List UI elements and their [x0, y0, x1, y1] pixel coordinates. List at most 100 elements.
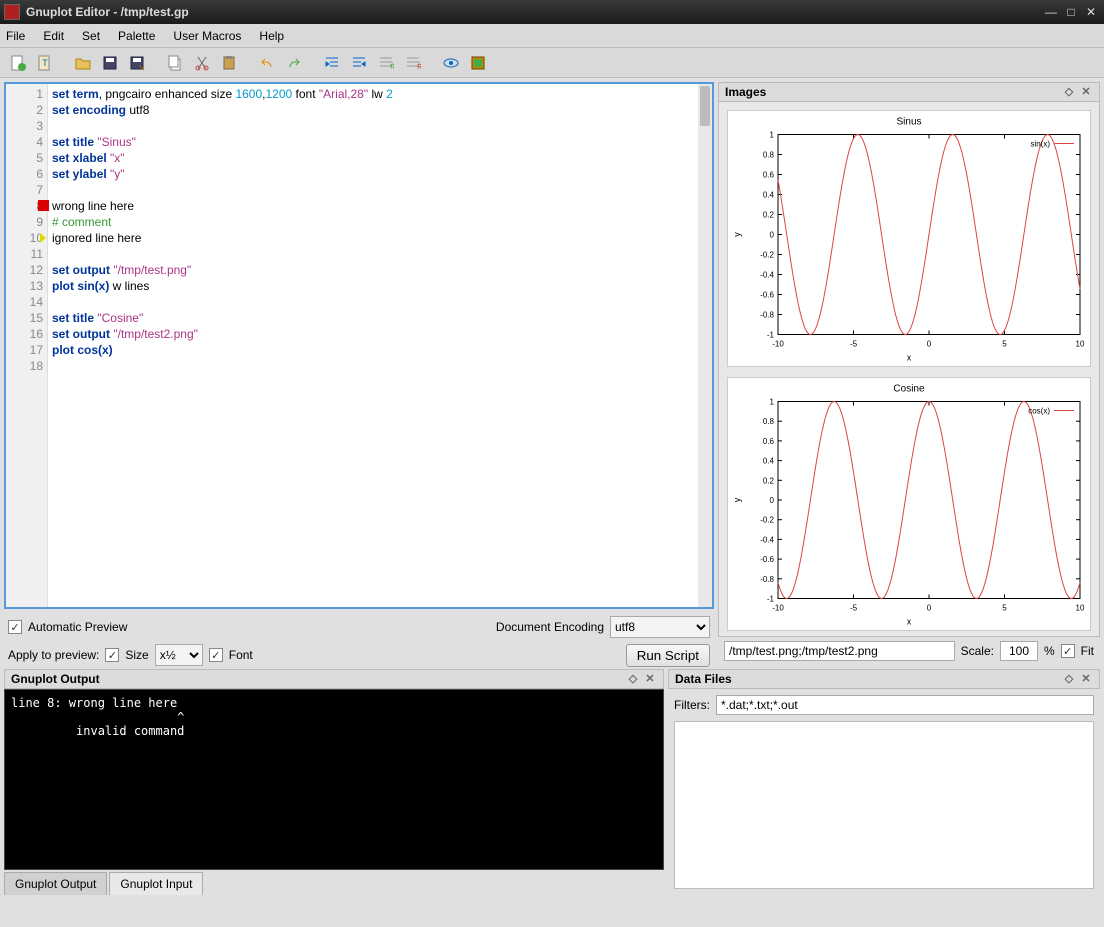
svg-text:cos(x): cos(x)	[1028, 407, 1050, 416]
menu-file[interactable]: File	[6, 29, 25, 43]
paste-button[interactable]	[217, 51, 241, 75]
font-checkbox[interactable]	[209, 648, 223, 662]
output-terminal[interactable]: line 8: wrong line here ^ invalid comman…	[4, 689, 664, 870]
open-button[interactable]	[71, 51, 95, 75]
code-editor[interactable]: 123456789101112131415161718 set term, pn…	[4, 82, 714, 609]
svg-text:-10: -10	[772, 340, 784, 349]
menu-set[interactable]: Set	[82, 29, 100, 43]
svg-text:y: y	[732, 497, 742, 502]
preview-button[interactable]	[439, 51, 463, 75]
size-checkbox[interactable]	[105, 648, 119, 662]
code-line[interactable]: set encoding utf8	[52, 102, 708, 118]
code-line[interactable]	[52, 246, 708, 262]
menubar: File Edit Set Palette User Macros Help	[0, 24, 1104, 48]
chart-cosine: Cosine-1-0.8-0.6-0.4-0.200.20.40.60.81-1…	[727, 377, 1091, 631]
svg-text:-5: -5	[850, 604, 858, 613]
svg-text:sin(x): sin(x)	[1030, 140, 1050, 149]
svg-text:1: 1	[770, 398, 775, 407]
svg-text:0: 0	[770, 496, 775, 505]
size-label: Size	[125, 648, 148, 662]
run-button[interactable]	[466, 51, 490, 75]
new-button[interactable]	[6, 51, 30, 75]
svg-text:-0.4: -0.4	[760, 535, 774, 544]
code-line[interactable]: set term, pngcairo enhanced size 1600,12…	[52, 86, 708, 102]
comment-button[interactable]: #	[374, 51, 398, 75]
code-line[interactable]: set title "Sinus"	[52, 134, 708, 150]
images-title: Images	[725, 85, 766, 99]
svg-text:0.6: 0.6	[763, 171, 775, 180]
images-close-icon[interactable]: ✕	[1079, 85, 1093, 99]
images-panel-header: Images ◇ ✕	[718, 82, 1100, 102]
save-button[interactable]	[98, 51, 122, 75]
tab-gnuplot-output[interactable]: Gnuplot Output	[4, 872, 107, 895]
code-line[interactable]: set xlabel "x"	[52, 150, 708, 166]
size-select[interactable]: x½	[155, 644, 203, 666]
auto-preview-checkbox[interactable]	[8, 620, 22, 634]
output-detach-icon[interactable]: ◇	[626, 672, 640, 686]
svg-text:#: #	[390, 61, 394, 71]
menu-palette[interactable]: Palette	[118, 29, 155, 43]
svg-text:10: 10	[1076, 604, 1085, 613]
images-detach-icon[interactable]: ◇	[1062, 85, 1076, 99]
uncomment-button[interactable]: #	[401, 51, 425, 75]
tab-gnuplot-input[interactable]: Gnuplot Input	[109, 872, 203, 895]
code-line[interactable]	[52, 118, 708, 134]
code-line[interactable]	[52, 358, 708, 374]
save-as-button[interactable]	[125, 51, 149, 75]
scale-input[interactable]	[1000, 641, 1038, 661]
svg-text:1: 1	[770, 131, 775, 140]
svg-text:T: T	[42, 58, 48, 68]
auto-preview-label: Automatic Preview	[28, 620, 127, 634]
menu-edit[interactable]: Edit	[43, 29, 64, 43]
svg-text:#: #	[417, 61, 421, 71]
code-line[interactable]: ignored line here	[52, 230, 708, 246]
code-line[interactable]: plot sin(x) w lines	[52, 278, 708, 294]
close-button[interactable]: ✕	[1082, 4, 1100, 20]
code-line[interactable]: set ylabel "y"	[52, 166, 708, 182]
datafiles-detach-icon[interactable]: ◇	[1062, 672, 1076, 686]
code-line[interactable]: set output "/tmp/test2.png"	[52, 326, 708, 342]
editor-scrollbar[interactable]	[698, 84, 712, 607]
svg-text:0.2: 0.2	[763, 211, 775, 220]
indent-button[interactable]	[320, 51, 344, 75]
maximize-button[interactable]: □	[1062, 4, 1080, 20]
encoding-select[interactable]: utf8	[610, 616, 710, 638]
code-line[interactable]	[52, 182, 708, 198]
toolbar: T # #	[0, 48, 1104, 78]
copy-button[interactable]	[163, 51, 187, 75]
apply-label: Apply to preview:	[8, 648, 99, 662]
svg-text:0: 0	[927, 340, 932, 349]
datafiles-close-icon[interactable]: ✕	[1079, 672, 1093, 686]
svg-text:0.4: 0.4	[763, 191, 775, 200]
fit-checkbox[interactable]	[1061, 644, 1075, 658]
svg-text:-0.8: -0.8	[760, 311, 774, 320]
new-template-button[interactable]: T	[33, 51, 57, 75]
menu-help[interactable]: Help	[259, 29, 284, 43]
run-script-button[interactable]: Run Script	[626, 644, 710, 667]
unindent-button[interactable]	[347, 51, 371, 75]
menu-user-macros[interactable]: User Macros	[173, 29, 241, 43]
svg-text:-5: -5	[850, 340, 858, 349]
datafiles-list[interactable]	[674, 721, 1094, 889]
svg-text:0: 0	[927, 604, 932, 613]
image-path-field[interactable]	[724, 641, 955, 661]
code-line[interactable]	[52, 294, 708, 310]
code-line[interactable]: # comment	[52, 214, 708, 230]
datafiles-panel-header: Data Files ◇ ✕	[668, 669, 1100, 689]
code-line[interactable]: plot cos(x)	[52, 342, 708, 358]
filters-input[interactable]	[716, 695, 1094, 715]
code-line[interactable]: set output "/tmp/test.png"	[52, 262, 708, 278]
pct-label: %	[1044, 644, 1055, 658]
code-line[interactable]: set title "Cosine"	[52, 310, 708, 326]
code-area[interactable]: set term, pngcairo enhanced size 1600,12…	[48, 84, 712, 607]
cut-button[interactable]	[190, 51, 214, 75]
svg-text:-1: -1	[767, 331, 775, 340]
redo-button[interactable]	[282, 51, 306, 75]
output-close-icon[interactable]: ✕	[643, 672, 657, 686]
filters-label: Filters:	[674, 698, 710, 712]
undo-button[interactable]	[255, 51, 279, 75]
code-line[interactable]: wrong line here	[52, 198, 708, 214]
svg-text:-1: -1	[767, 595, 775, 604]
minimize-button[interactable]: —	[1042, 4, 1060, 20]
svg-text:-0.2: -0.2	[760, 251, 774, 260]
